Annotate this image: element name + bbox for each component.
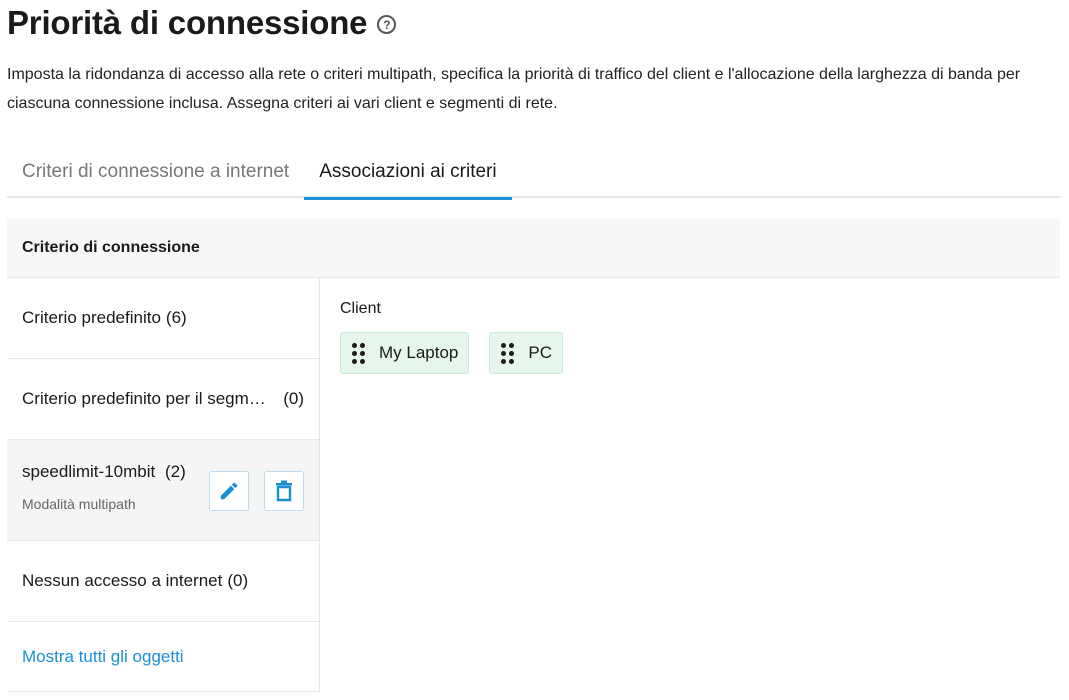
page-title: Priorità di connessione ? bbox=[7, 4, 397, 42]
delete-policy-button[interactable] bbox=[264, 471, 304, 511]
policy-list: Criterio predefinito (6) Criterio predef… bbox=[7, 278, 320, 692]
policy-label: speedlimit-10mbit bbox=[22, 462, 156, 481]
question-circle-icon[interactable]: ? bbox=[377, 15, 397, 34]
drag-handle-icon bbox=[501, 342, 515, 364]
client-chip-pc[interactable]: PC bbox=[489, 332, 564, 374]
policy-mode-label: Modalità multipath bbox=[22, 496, 136, 512]
pencil-icon bbox=[220, 482, 238, 500]
show-all-objects-link[interactable]: Mostra tutti gli oggetti bbox=[7, 622, 319, 692]
page-description: Imposta la ridondanza di accesso alla re… bbox=[7, 66, 1021, 112]
tab-internet-connection-policies[interactable]: Criteri di connessione a internet bbox=[7, 146, 304, 198]
client-name: My Laptop bbox=[379, 343, 459, 362]
clients-label: Client bbox=[340, 300, 381, 317]
client-name: PC bbox=[528, 343, 553, 362]
policy-count: (0) bbox=[283, 389, 304, 408]
drag-handle-icon bbox=[352, 342, 365, 364]
policy-item-no-internet[interactable]: Nessun accesso a internet (0) bbox=[7, 541, 319, 622]
policy-count: (6) bbox=[165, 308, 187, 327]
policy-item-default-segment[interactable]: Criterio predefinito per il segmento di … bbox=[7, 359, 319, 440]
trash-icon bbox=[276, 480, 292, 502]
policy-count: (0) bbox=[227, 571, 249, 590]
client-chip-my-laptop[interactable]: My Laptop bbox=[340, 332, 470, 374]
policy-item-speedlimit[interactable]: speedlimit-10mbit (2) Modalità multipath bbox=[7, 440, 319, 541]
panel-header: Criterio di connessione bbox=[7, 218, 1060, 278]
edit-policy-button[interactable] bbox=[209, 471, 249, 511]
page-title-text: Priorità di connessione bbox=[7, 4, 368, 41]
tab-policy-assignments[interactable]: Associazioni ai criteri bbox=[304, 146, 513, 200]
client-chips: My Laptop PC bbox=[340, 332, 583, 374]
policy-count: (2) bbox=[164, 462, 186, 481]
tab-bar: Criteri di connessione a internet Associ… bbox=[7, 146, 1060, 200]
clients-area: Client My Laptop PC bbox=[340, 300, 583, 374]
policy-label: Criterio predefinito bbox=[22, 308, 161, 327]
policy-label: Nessun accesso a internet bbox=[22, 571, 223, 590]
policy-label: Criterio predefinito per il segmento di … bbox=[22, 389, 270, 408]
policy-item-default[interactable]: Criterio predefinito (6) bbox=[7, 278, 319, 359]
